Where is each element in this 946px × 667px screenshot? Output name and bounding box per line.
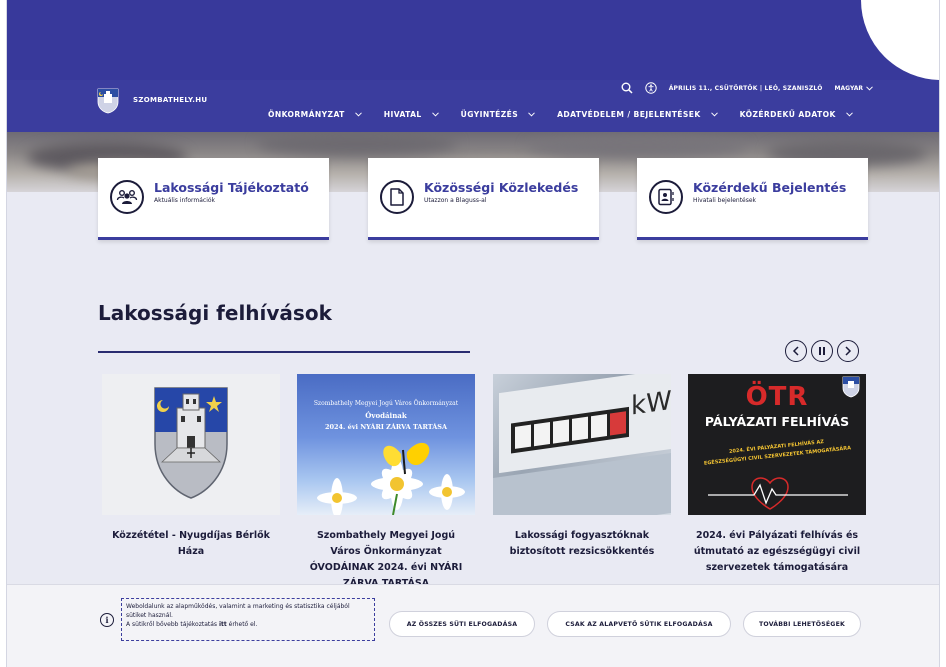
- news-thumbnail[interactable]: ÖTR PÁLYÁZATI FELHÍVÁS 2024. ÉVI PÁLYÁZA…: [688, 374, 866, 515]
- menu-item-onkormanyzat[interactable]: ÖNKORMÁNYZAT: [268, 110, 362, 119]
- news-item[interactable]: Közzététel - Nyugdíjas Bérlők Háza: [102, 374, 280, 560]
- carousel-next-button[interactable]: [837, 340, 859, 362]
- section-title: Lakossági felhívások: [98, 301, 332, 325]
- menu-item-adatvedelem[interactable]: ADATVÉDELEM / BEJELENTÉSEK: [557, 110, 718, 119]
- meter-unit-text: kW: [631, 386, 671, 422]
- news-item[interactable]: kW Lakossági fogyasztóknak biztosított r…: [493, 374, 671, 560]
- chevron-left-icon: [792, 346, 799, 356]
- chevron-down-icon: [866, 85, 873, 91]
- carousel-prev-button[interactable]: [785, 340, 807, 362]
- language-selector[interactable]: MAGYAR: [835, 85, 873, 92]
- coat-of-arms-image: [154, 387, 228, 499]
- card-lakossagi-tajekoztato[interactable]: Lakossági Tájékoztató Aktuális informáci…: [98, 158, 329, 240]
- page: SZOMBATHELY.HU ÁPRILIS 11., CSÜTÖRTÖK | …: [6, 0, 940, 667]
- site-name[interactable]: SZOMBATHELY.HU: [133, 96, 207, 104]
- accept-basic-cookies-button[interactable]: CSAK AZ ALAPVETŐ SÜTIK ELFOGADÁSA: [547, 611, 731, 637]
- news-item[interactable]: Szombathely Megyei Jogú Város Önkormányz…: [297, 374, 475, 592]
- card-title: Közérdekű Bejelentés: [693, 180, 847, 195]
- id-card-icon: [649, 180, 683, 214]
- chevron-down-icon: [431, 112, 439, 117]
- date-nameday-text: ÁPRILIS 11., CSÜTÖRTÖK | LEÓ, SZANISZLÓ: [668, 84, 823, 92]
- card-subtitle: Utazzon a Blaguss-al: [424, 197, 487, 204]
- cookie-notice-text: Weboldalunk az alapműködés, valamint a m…: [121, 598, 375, 641]
- thumb-text: ÖTR: [745, 382, 809, 412]
- news-thumbnail[interactable]: [102, 374, 280, 515]
- section-divider: [98, 351, 470, 353]
- menu-item-label: ÖNKORMÁNYZAT: [268, 110, 345, 119]
- menu-item-ugyintezes[interactable]: ÜGYINTÉZÉS: [461, 110, 535, 119]
- news-item[interactable]: ÖTR PÁLYÁZATI FELHÍVÁS 2024. ÉVI PÁLYÁZA…: [688, 374, 866, 576]
- more-options-button[interactable]: TOVÁBBI LEHETŐSÉGEK: [743, 611, 861, 637]
- menu-item-label: ADATVÉDELEM / BEJELENTÉSEK: [557, 110, 701, 119]
- news-thumbnail[interactable]: Szombathely Megyei Jogú Város Önkormányz…: [297, 374, 475, 515]
- card-subtitle: Aktuális információk: [154, 197, 216, 204]
- accept-all-cookies-button[interactable]: AZ ÖSSZES SÜTI ELFOGADÁSA: [389, 611, 535, 637]
- chevron-right-icon: [845, 346, 852, 356]
- news-caption[interactable]: Szombathely Megyei Jogú Város Önkormányz…: [297, 528, 475, 592]
- menu-item-hivatal[interactable]: HIVATAL: [384, 110, 439, 119]
- banner-corner: [861, 0, 939, 80]
- news-caption[interactable]: 2024. évi Pályázati felhívás és útmutató…: [688, 528, 866, 576]
- card-title: Lakossági Tájékoztató: [154, 180, 309, 195]
- carousel-pause-button[interactable]: [811, 340, 833, 362]
- card-title: Közösségi Közlekedés: [424, 180, 579, 195]
- news-thumbnail[interactable]: kW: [493, 374, 671, 515]
- city-coat-of-arms-logo[interactable]: [97, 88, 119, 114]
- pause-icon: [819, 347, 825, 355]
- card-kozossegi-kozlekedes[interactable]: Közösségi Közlekedés Utazzon a Blaguss-a…: [368, 158, 599, 240]
- news-caption[interactable]: Lakossági fogyasztóknak biztosított rezs…: [493, 528, 671, 560]
- electricity-meter-image: kW: [493, 374, 671, 515]
- heartbeat-icon: [708, 477, 848, 510]
- card-kozerdeku-bejelentes[interactable]: Közérdekű Bejelentés Hivatali bejelentés…: [637, 158, 868, 240]
- chevron-down-icon: [710, 112, 718, 117]
- menu-item-label: ÜGYINTÉZÉS: [460, 110, 519, 119]
- info-icon: i: [100, 613, 114, 627]
- chevron-down-icon: [845, 112, 853, 117]
- carousel-controls: [785, 340, 859, 362]
- document-icon: [380, 180, 414, 214]
- top-banner: [7, 0, 939, 80]
- utility-bar: ÁPRILIS 11., CSÜTÖRTÖK | LEÓ, SZANISZLÓ …: [621, 82, 873, 94]
- flowers-image: [317, 442, 465, 515]
- cookie-line-2-suffix: érhető el.: [226, 621, 258, 628]
- search-icon[interactable]: [621, 82, 633, 94]
- chevron-down-icon: [354, 112, 362, 117]
- cookie-policy-link[interactable]: itt: [219, 621, 227, 628]
- menu-item-kozerdeku-adatok[interactable]: KÖZÉRDEKŰ ADATOK: [740, 110, 853, 119]
- language-label: MAGYAR: [834, 84, 863, 92]
- cookie-line-2-prefix: A sütikről bővebb tájékoztatás: [126, 621, 219, 628]
- thumb-text: PÁLYÁZATI FELHÍVÁS: [704, 414, 850, 429]
- main-menu: ÖNKORMÁNYZAT HIVATAL ÜGYINTÉZÉS ADATVÉDE…: [268, 110, 875, 119]
- card-subtitle: Hivatali bejelentések: [693, 197, 757, 204]
- navbar: SZOMBATHELY.HU ÁPRILIS 11., CSÜTÖRTÖK | …: [7, 80, 939, 132]
- news-caption[interactable]: Közzététel - Nyugdíjas Bérlők Háza: [102, 528, 280, 560]
- accessibility-icon[interactable]: [645, 82, 657, 94]
- cookie-banner: i Weboldalunk az alapműködés, valamint a…: [7, 584, 939, 667]
- menu-item-label: HIVATAL: [383, 110, 422, 119]
- chevron-down-icon: [528, 112, 535, 117]
- cookie-line-1: Weboldalunk az alapműködés, valamint a m…: [126, 603, 350, 619]
- menu-item-label: KÖZÉRDEKŰ ADATOK: [739, 110, 836, 119]
- people-icon: [110, 180, 144, 214]
